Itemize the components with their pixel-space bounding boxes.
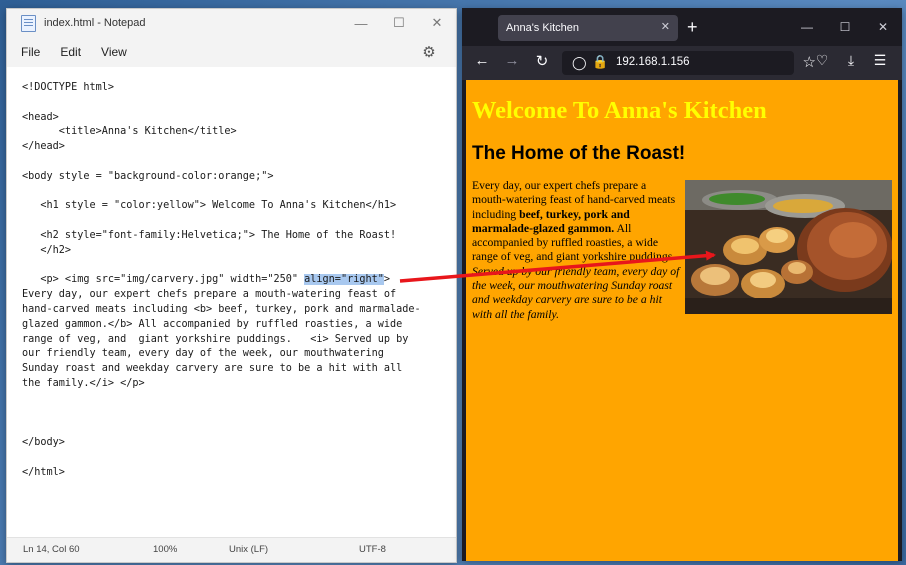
settings-gear-icon[interactable]: ⚙ bbox=[420, 43, 438, 61]
maximize-icon[interactable]: ☐ bbox=[826, 8, 864, 46]
browser-tab-strip: Anna's Kitchen ✕ + — ☐ ✕ bbox=[462, 8, 902, 46]
browser-window-controls: — ☐ ✕ bbox=[788, 8, 902, 46]
page-heading: Welcome To Anna's Kitchen bbox=[472, 97, 767, 124]
browser-toolbar: ← → ↻ ◯ 🔒 192.168.1.156 ☆ ♡ ⤓ ☰ bbox=[462, 46, 902, 80]
notepad-text-area[interactable]: <!DOCTYPE html> <head> <title>Anna's Kit… bbox=[7, 67, 456, 538]
pocket-icon[interactable]: ♡ bbox=[812, 52, 832, 69]
page-paragraph: Every day, our expert chefs prepare a mo… bbox=[472, 179, 892, 322]
notepad-app-icon bbox=[21, 14, 36, 32]
menu-view[interactable]: View bbox=[101, 45, 127, 59]
paragraph-italic: Served up by our friendly team, every da… bbox=[472, 264, 680, 321]
reload-icon[interactable]: ↻ bbox=[532, 52, 552, 70]
menu-icon[interactable]: ☰ bbox=[870, 52, 890, 69]
browser-tab[interactable]: Anna's Kitchen ✕ bbox=[498, 15, 678, 41]
html-source-code: <!DOCTYPE html> <head> <title>Anna's Kit… bbox=[22, 81, 450, 481]
close-icon[interactable]: ✕ bbox=[418, 9, 456, 37]
forward-icon[interactable]: → bbox=[502, 52, 522, 69]
tab-title: Anna's Kitchen bbox=[506, 22, 580, 34]
code-selected-text: align="right" bbox=[304, 274, 384, 286]
notepad-window: index.html - Notepad — ☐ ✕ File Edit Vie… bbox=[6, 8, 457, 563]
address-bar[interactable]: ◯ 🔒 192.168.1.156 ☆ bbox=[562, 51, 816, 75]
status-line-ending: Unix (LF) bbox=[229, 544, 269, 555]
notepad-status-bar: Ln 14, Col 60 100% Unix (LF) UTF-8 bbox=[7, 537, 456, 562]
minimize-icon[interactable]: — bbox=[788, 8, 826, 46]
notepad-window-controls: — ☐ ✕ bbox=[342, 9, 456, 37]
notepad-menu-bar: File Edit View ⚙ bbox=[7, 37, 456, 67]
carvery-image bbox=[685, 180, 892, 314]
page-subheading: The Home of the Roast! bbox=[472, 143, 686, 164]
menu-edit[interactable]: Edit bbox=[60, 45, 81, 59]
browser-window: Anna's Kitchen ✕ + — ☐ ✕ ← → ↻ ◯ 🔒 192.1… bbox=[462, 8, 902, 561]
shield-icon[interactable]: ◯ bbox=[572, 55, 587, 71]
download-icon[interactable]: ⤓ bbox=[841, 52, 861, 69]
code-before-selection: <!DOCTYPE html> <head> <title>Anna's Kit… bbox=[22, 82, 397, 286]
back-icon[interactable]: ← bbox=[472, 52, 492, 69]
url-text[interactable]: 192.168.1.156 bbox=[616, 56, 690, 68]
maximize-icon[interactable]: ☐ bbox=[380, 9, 418, 37]
status-encoding: UTF-8 bbox=[359, 544, 386, 555]
lock-warning-icon[interactable]: 🔒 bbox=[592, 54, 608, 70]
status-zoom: 100% bbox=[153, 544, 178, 555]
code-after-selection: > Every day, our expert chefs prepare a … bbox=[22, 274, 421, 478]
menu-file[interactable]: File bbox=[21, 45, 40, 59]
notepad-title: index.html - Notepad bbox=[44, 17, 146, 29]
new-tab-icon[interactable]: + bbox=[687, 17, 698, 38]
minimize-icon[interactable]: — bbox=[342, 9, 380, 37]
close-icon[interactable]: ✕ bbox=[864, 8, 902, 46]
notepad-title-bar[interactable]: index.html - Notepad — ☐ ✕ bbox=[7, 9, 456, 37]
web-page-content: Welcome To Anna's Kitchen The Home of th… bbox=[466, 80, 898, 561]
status-cursor-position: Ln 14, Col 60 bbox=[23, 544, 80, 555]
tab-close-icon[interactable]: ✕ bbox=[661, 20, 670, 33]
